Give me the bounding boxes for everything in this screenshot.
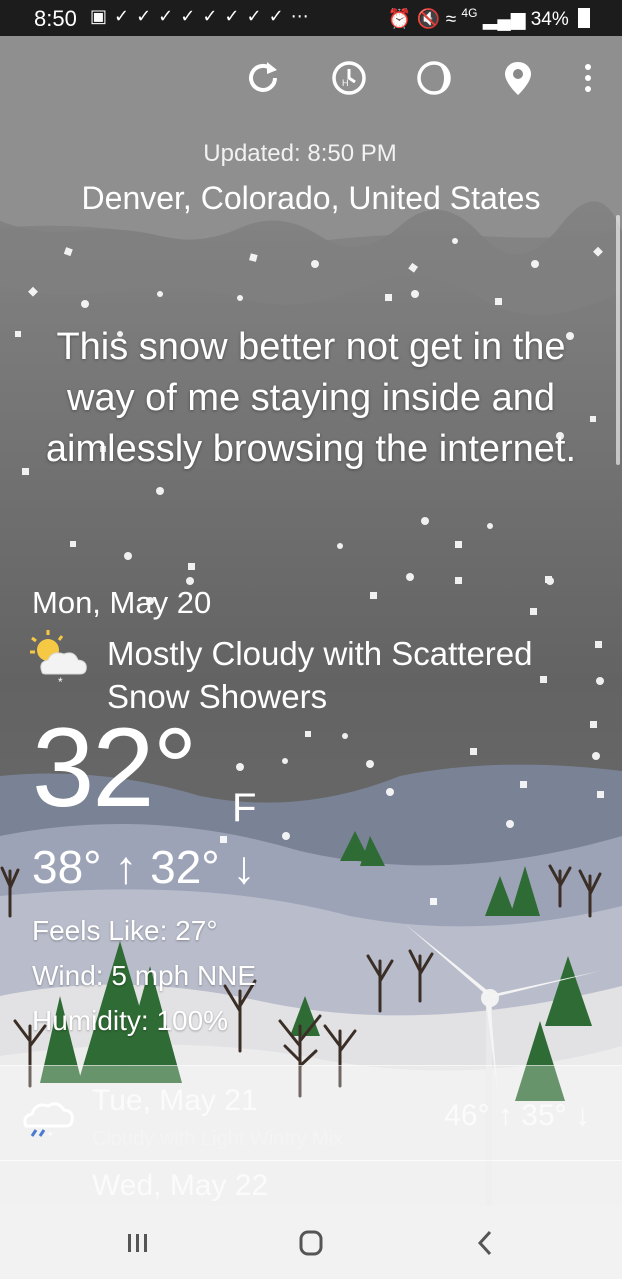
svg-text:H: H bbox=[342, 78, 349, 88]
battery-percent: 34% bbox=[530, 9, 569, 30]
alarm-icon: ⏰ bbox=[387, 9, 412, 30]
svg-text:*: * bbox=[48, 1129, 53, 1143]
mute-icon: 🔇 bbox=[416, 9, 441, 30]
location-pin-icon[interactable] bbox=[498, 58, 538, 98]
current-date: Mon, May 20 bbox=[32, 585, 212, 620]
refresh-icon[interactable] bbox=[243, 58, 283, 98]
history-icon[interactable]: H bbox=[329, 58, 369, 98]
back-icon[interactable] bbox=[466, 1226, 506, 1260]
current-details: Feels Like: 27° Wind: 5 mph NNE Humidity… bbox=[32, 908, 256, 1043]
weather-quote: This snow better not get in the way of m… bbox=[45, 326, 577, 470]
forecast-condition: Cloudy with Light Wintry Mix bbox=[92, 1128, 344, 1150]
temperature-unit[interactable]: F bbox=[232, 786, 256, 831]
status-time: 8:50 bbox=[34, 6, 77, 31]
location-name[interactable]: Denver, Colorado, United States bbox=[0, 180, 622, 217]
high-low-temperature: 38° ↑ 32° ↓ bbox=[32, 841, 256, 893]
recents-icon[interactable] bbox=[118, 1226, 158, 1260]
forecast-day: Tue, May 21 bbox=[92, 1084, 258, 1117]
battery-icon bbox=[578, 8, 590, 28]
notification-icons: ▣ ✓ ✓ ✓ ✓ ✓ ✓ ✓ ✓ ⋯ bbox=[90, 6, 310, 26]
wifi-icon: ≈ bbox=[445, 9, 457, 30]
current-temperature: 32° bbox=[32, 705, 197, 830]
forecast-temps: 46° ↑ 35° ↓ bbox=[444, 1099, 590, 1132]
humidity: Humidity: 100% bbox=[32, 1005, 229, 1036]
home-icon[interactable] bbox=[291, 1226, 331, 1260]
svg-text:*: * bbox=[58, 675, 63, 688]
mostly-cloudy-snow-icon: * bbox=[30, 630, 87, 688]
forecast-row[interactable]: * Tue, May 21 Cloudy with Light Wintry M… bbox=[0, 1065, 622, 1161]
navigation-bar bbox=[0, 1206, 622, 1279]
wind: Wind: 5 mph NNE bbox=[32, 960, 257, 991]
status-bar: 8:50 ▣ ✓ ✓ ✓ ✓ ✓ ✓ ✓ ✓ ⋯ ⏰ 🔇 ≈ 4G ▂▄▆ 34… bbox=[0, 0, 622, 36]
forecast-day: Wed, May 22 bbox=[92, 1169, 269, 1202]
scrollbar[interactable] bbox=[616, 215, 620, 465]
network-label: 4G bbox=[461, 6, 478, 20]
feels-like: Feels Like: 27° bbox=[32, 915, 218, 946]
more-vert-icon[interactable] bbox=[568, 58, 608, 98]
moon-phase-icon[interactable] bbox=[414, 58, 454, 98]
signal-icon: ▂▄▆ bbox=[482, 9, 526, 30]
cloud-wintry-mix-icon: * bbox=[23, 1102, 74, 1143]
last-updated: Updated: 8:50 PM bbox=[203, 140, 397, 167]
status-right: ⏰ 🔇 ≈ 4G ▂▄▆ 34% bbox=[388, 6, 590, 31]
